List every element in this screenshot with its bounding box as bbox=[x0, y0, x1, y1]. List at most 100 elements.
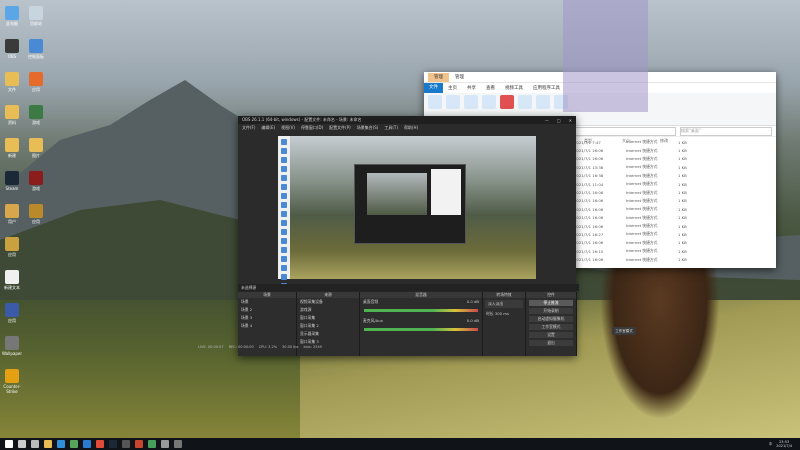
edge-icon[interactable] bbox=[57, 440, 65, 448]
source-item[interactable]: 视频采集设备 bbox=[297, 298, 359, 306]
toolbar-icon-10[interactable] bbox=[281, 220, 287, 226]
delete-icon[interactable] bbox=[500, 95, 514, 109]
table-row[interactable]: 2021/7/1 16:10 Internet 快捷方式 1 KB bbox=[574, 247, 774, 255]
tab-manage-1[interactable]: 管理 bbox=[428, 72, 449, 82]
minimize-icon[interactable]: — bbox=[545, 118, 549, 123]
obs-preview[interactable] bbox=[278, 136, 536, 279]
maximize-icon[interactable]: □ bbox=[557, 118, 561, 123]
table-row[interactable]: 2021/7/1 11:04 Internet 快捷方式 1 KB bbox=[574, 180, 774, 188]
desktop-icon-doc-icon[interactable]: 新建文本 bbox=[0, 270, 26, 290]
ribbon-tab-video-tools[interactable]: 视频工具 bbox=[500, 85, 528, 91]
toolbar-icon-6[interactable] bbox=[281, 184, 287, 190]
scene-item[interactable]: 场景 2 bbox=[238, 306, 296, 314]
table-row[interactable]: 2021/7/1 16:06 Internet 快捷方式 1 KB bbox=[574, 255, 774, 263]
table-row[interactable]: 2021/7/1 16:06 Internet 快捷方式 1 KB bbox=[574, 188, 774, 196]
toolbar-icon-13[interactable] bbox=[281, 247, 287, 253]
paste-icon[interactable] bbox=[464, 95, 478, 109]
copy-icon[interactable] bbox=[446, 95, 460, 109]
desktop-icon-game-1[interactable]: 游戏 bbox=[22, 105, 50, 125]
ribbon-tab-share[interactable]: 共享 bbox=[462, 85, 481, 91]
studio-mode-button[interactable]: 工作室模式 bbox=[612, 327, 636, 335]
tab-manage-2[interactable]: 管理 bbox=[449, 73, 470, 82]
mic-audio-meter[interactable] bbox=[364, 328, 478, 331]
pin-icon[interactable] bbox=[428, 95, 442, 109]
app2-icon[interactable] bbox=[148, 440, 156, 448]
scene-item[interactable]: 场景 bbox=[238, 298, 296, 306]
desktop-icon-app-orange[interactable]: 应用 bbox=[22, 72, 50, 92]
close-icon[interactable]: ✕ bbox=[569, 118, 572, 123]
toolbar-icon-9[interactable] bbox=[281, 211, 287, 217]
table-row[interactable]: 2021/7/1 16:38 Internet 快捷方式 1 KB bbox=[574, 172, 774, 180]
rename-icon[interactable] bbox=[518, 95, 532, 109]
explorer-icon[interactable] bbox=[44, 440, 52, 448]
toolbar-icon-8[interactable] bbox=[281, 202, 287, 208]
toolbar-icon-12[interactable] bbox=[281, 238, 287, 244]
chrome-icon[interactable] bbox=[96, 440, 104, 448]
control-button[interactable]: 设置 bbox=[529, 332, 573, 338]
toolbar-icon-7[interactable] bbox=[281, 193, 287, 199]
start-icon[interactable] bbox=[5, 440, 13, 448]
menu-file[interactable]: 文件(F) bbox=[242, 125, 255, 131]
app-icon[interactable] bbox=[135, 440, 143, 448]
menu-view[interactable]: 视图(V) bbox=[281, 125, 295, 131]
menu-edit[interactable]: 编辑(E) bbox=[261, 125, 275, 131]
toolbar-icon-4[interactable] bbox=[281, 166, 287, 172]
task-view-icon[interactable] bbox=[31, 440, 39, 448]
app4-icon[interactable] bbox=[174, 440, 182, 448]
desktop-icon-game-2[interactable]: 游戏 bbox=[22, 171, 50, 191]
scene-item[interactable]: 场景 3 bbox=[238, 314, 296, 322]
table-row[interactable]: 2021/7/1 16:06 Internet 快捷方式 1 KB bbox=[574, 155, 774, 163]
transition-select[interactable]: 淡入淡出 bbox=[485, 300, 523, 308]
table-row[interactable]: 2021/7/1 16:06 Internet 快捷方式 1 KB bbox=[574, 197, 774, 205]
desktop-icon-folder-4[interactable]: 图片 bbox=[22, 138, 50, 158]
desktop-icon-game-3[interactable]: 应用 bbox=[22, 204, 50, 224]
store-icon[interactable] bbox=[70, 440, 78, 448]
new-folder-icon[interactable] bbox=[536, 95, 550, 109]
table-row[interactable]: 2021/7/1 7:47 Internet 快捷方式 1 KB bbox=[574, 138, 774, 146]
toolbar-icon-3[interactable] bbox=[281, 157, 287, 163]
toolbar-icon-5[interactable] bbox=[281, 175, 287, 181]
control-button[interactable]: 开始录制 bbox=[529, 308, 573, 314]
source-item[interactable]: 窗口采集 bbox=[297, 314, 359, 322]
menu-tools[interactable]: 工具(T) bbox=[384, 125, 398, 131]
desktop-icon-recycle-bin[interactable]: 回收站 bbox=[22, 6, 50, 26]
obs-window[interactable]: OBS 26.1.1 (64-bit, windows) - 配置文件: 未命名… bbox=[238, 116, 579, 356]
desktop-audio-meter[interactable] bbox=[364, 309, 478, 312]
mail-icon[interactable] bbox=[83, 440, 91, 448]
desktop-icon-app-blue[interactable]: 应用 bbox=[0, 303, 26, 323]
table-row[interactable]: 2021/7/1 16:06 Internet 快捷方式 1 KB bbox=[574, 214, 774, 222]
control-button[interactable]: 停止推流 bbox=[529, 300, 573, 306]
table-row[interactable]: 2021/7/1 16:06 Internet 快捷方式 1 KB bbox=[574, 222, 774, 230]
menu-help[interactable]: 帮助(H) bbox=[404, 125, 418, 131]
toolbar-icon-14[interactable] bbox=[281, 256, 287, 262]
table-row[interactable]: 2021/7/1 16:27 Internet 快捷方式 1 KB bbox=[574, 230, 774, 238]
duration-input[interactable]: 300 ms bbox=[495, 311, 509, 316]
source-item[interactable]: 显示器采集 bbox=[297, 330, 359, 338]
table-row[interactable]: 2021/7/1 16:06 Internet 快捷方式 1 KB bbox=[574, 205, 774, 213]
table-row[interactable]: 2021/7/1 16:06 Internet 快捷方式 1 KB bbox=[574, 239, 774, 247]
toolbar-icon-2[interactable] bbox=[281, 148, 287, 154]
source-item[interactable]: 游戏源 bbox=[297, 306, 359, 314]
toolbar-icon-15[interactable] bbox=[281, 265, 287, 271]
app3-icon[interactable] bbox=[161, 440, 169, 448]
clock[interactable]: 23:53 2021/7/4 bbox=[776, 440, 792, 448]
desktop-icon-game-4[interactable]: 应用 bbox=[0, 237, 26, 257]
language-indicator[interactable]: 中 bbox=[769, 442, 773, 447]
scene-item[interactable]: 场景 4 bbox=[238, 322, 296, 330]
toolbar-icon-11[interactable] bbox=[281, 229, 287, 235]
table-row[interactable]: 2021/7/1 16:06 Internet 快捷方式 1 KB bbox=[574, 146, 774, 154]
steam-icon[interactable] bbox=[109, 440, 117, 448]
control-button[interactable]: 工作室模式 bbox=[529, 324, 573, 330]
obs-icon[interactable] bbox=[122, 440, 130, 448]
toolbar-icon-16[interactable] bbox=[281, 274, 287, 280]
menu-docks[interactable]: 停靠窗口(D) bbox=[301, 125, 323, 131]
move-to-icon[interactable] bbox=[482, 95, 496, 109]
menu-scene-collection[interactable]: 场景集合(S) bbox=[357, 125, 379, 131]
desktop-icon-app-grey[interactable]: Wallpaper bbox=[0, 336, 26, 356]
desktop-icon-counter-strike[interactable]: Counter-Strike bbox=[0, 369, 26, 394]
search-icon[interactable] bbox=[18, 440, 26, 448]
ribbon-tab-view[interactable]: 查看 bbox=[481, 85, 500, 91]
search-input[interactable]: 搜索"桌面" bbox=[680, 126, 772, 136]
menu-profile[interactable]: 配置文件(P) bbox=[329, 125, 351, 131]
source-item[interactable]: 窗口采集 2 bbox=[297, 322, 359, 330]
